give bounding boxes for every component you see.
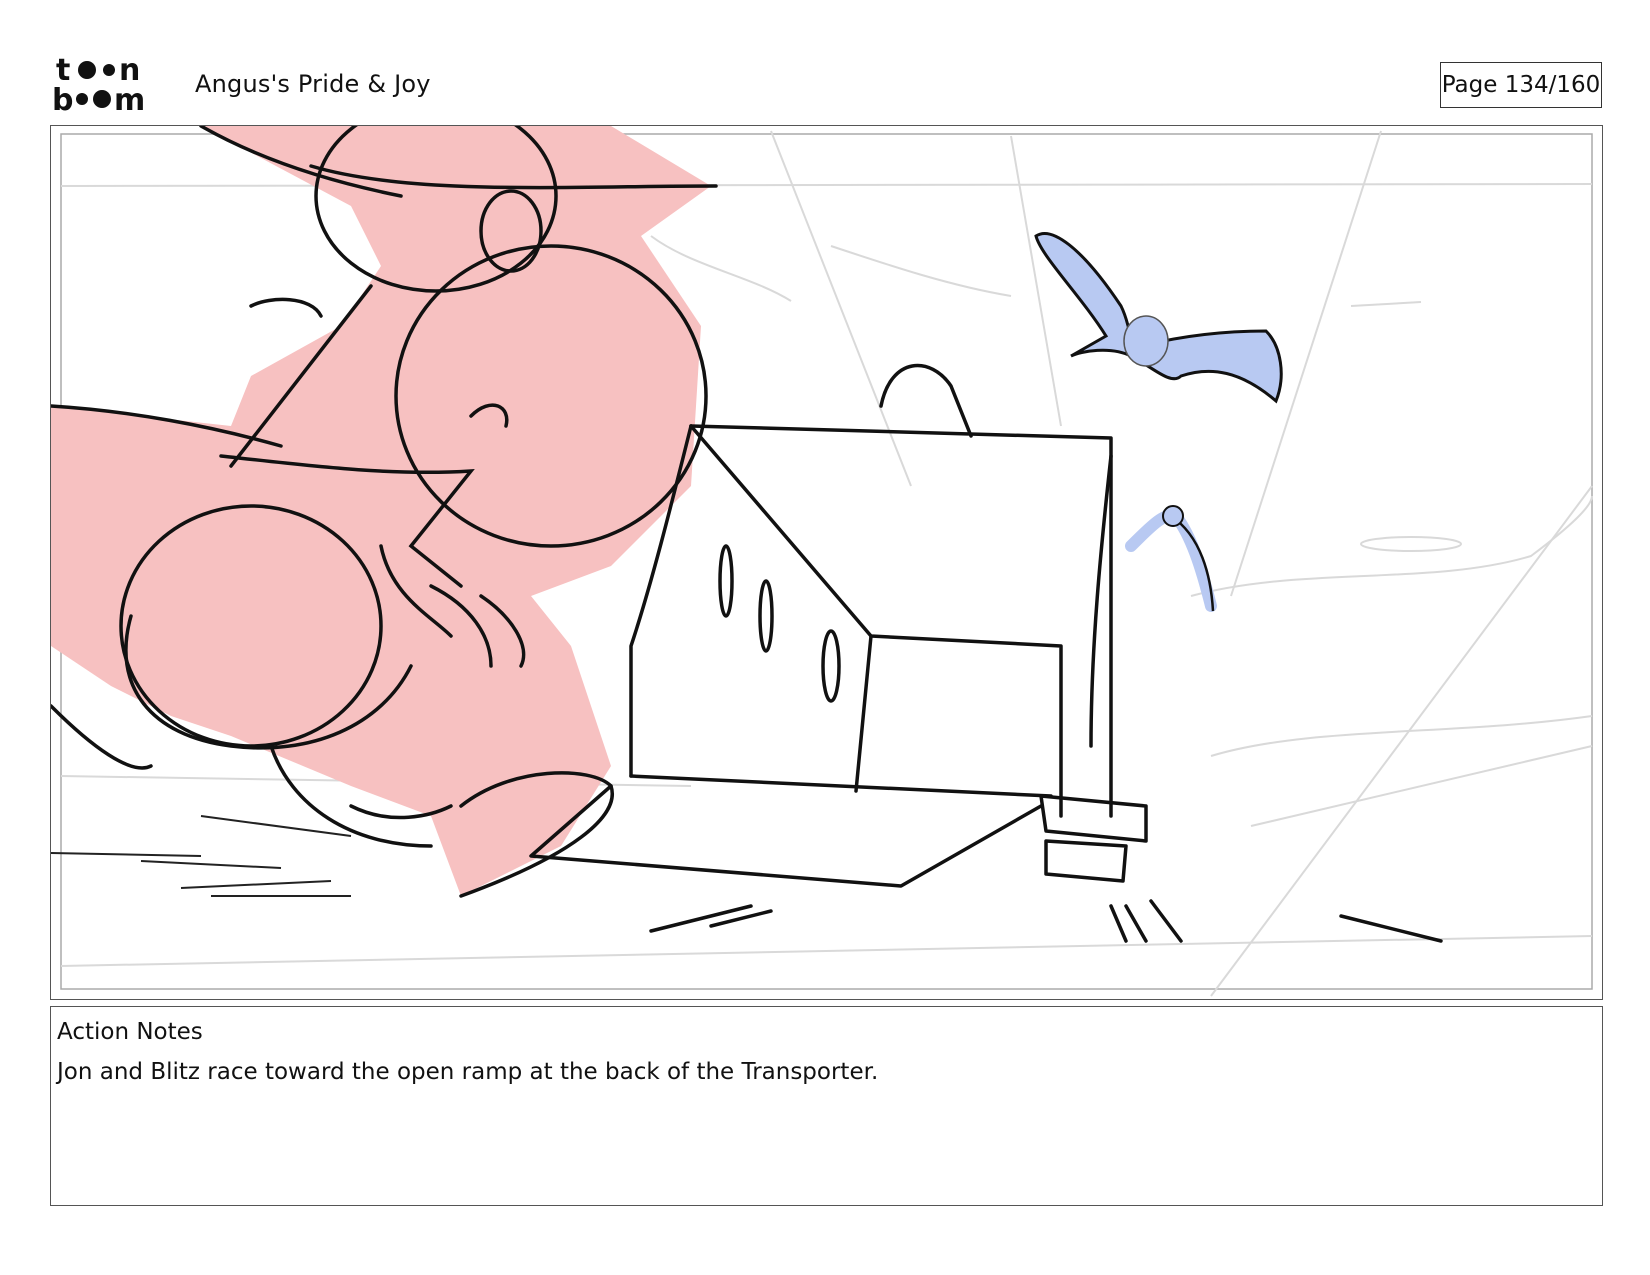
- action-notes-text: Jon and Blitz race toward the open ramp …: [57, 1059, 879, 1085]
- svg-text:m: m: [114, 83, 145, 114]
- storyboard-panel: [50, 125, 1603, 1000]
- action-notes-heading: Action Notes: [57, 1019, 203, 1045]
- action-notes-box: Action Notes Jon and Blitz race toward t…: [50, 1006, 1603, 1206]
- panel-sketch: [51, 126, 1593, 997]
- toon-boom-logo: t n b m: [52, 52, 164, 118]
- svg-text:b: b: [52, 83, 73, 114]
- project-title: Angus's Pride & Joy: [195, 70, 431, 98]
- page-number: Page 134/160: [1440, 62, 1602, 108]
